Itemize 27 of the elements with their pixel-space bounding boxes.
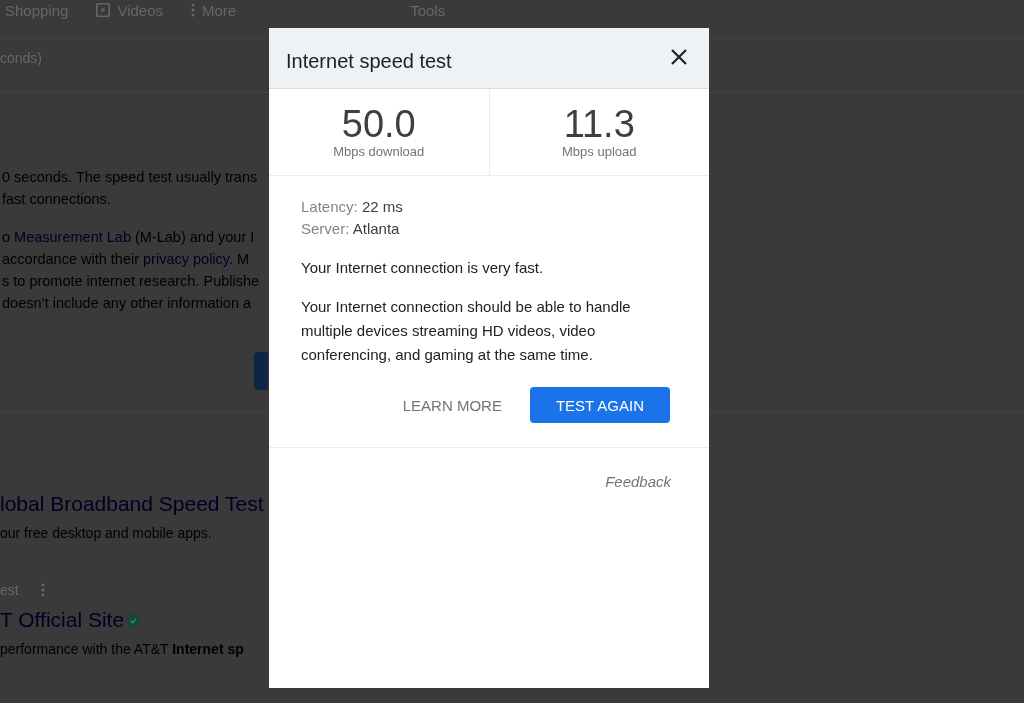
paragraph-line: doesn’t include any other information a [1, 294, 253, 313]
link[interactable]: Measurement Lab [14, 229, 131, 245]
result-title-link[interactable]: T Official Site [0, 608, 125, 632]
speed-unit: Mbps download [333, 144, 425, 160]
description-text: Your Internet connection should be able to handle multiple devices streaming HD videos, video conferencing, and gaming at the same time. [301, 297, 632, 365]
detail-line: Latency: 22 ms [301, 197, 404, 217]
speed-value: 11.3 [563, 104, 635, 144]
learn-more-button[interactable]: LEARN MORE [394, 387, 510, 423]
paragraph-line: 0 seconds. The speed test usually trans [1, 168, 259, 187]
speed-value: 50.0 [341, 104, 416, 144]
paragraph-line: fast connections. [1, 190, 112, 209]
link[interactable]: privacy policy [143, 251, 229, 267]
speed-unit: Mbps upload [562, 144, 637, 160]
summary-text: Your Internet connection is very fast. [301, 258, 545, 278]
result-snippet: our free desktop and mobile apps. [0, 524, 213, 543]
play-icon [96, 3, 111, 17]
paragraph-line: s to promote internet research. Publishe [1, 272, 261, 291]
feedback-link[interactable]: Feedback [605, 472, 671, 492]
close-icon[interactable] [671, 49, 687, 65]
result-snippet: performance with the AT&T Internet sp [0, 640, 245, 659]
kebab-icon[interactable] [40, 583, 45, 597]
paragraph-line: accordance with their privacy policy. M [1, 250, 251, 269]
detail-line: Server: Atlanta [301, 219, 401, 239]
kebab-icon [191, 3, 195, 17]
test-again-button[interactable]: TEST AGAIN [529, 387, 670, 423]
result-title-link[interactable]: lobal Broadband Speed Test [0, 492, 264, 516]
dialog-title: Internet speed test [286, 49, 452, 73]
